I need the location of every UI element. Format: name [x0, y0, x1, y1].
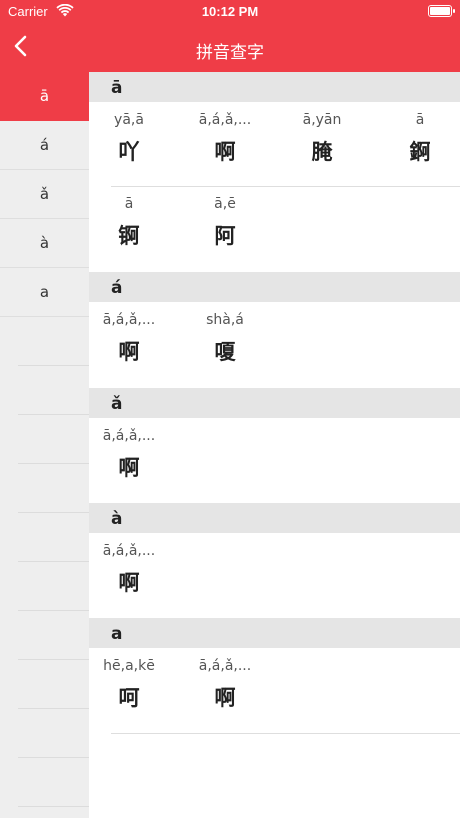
- character-cell[interactable]: ā,á,ǎ,... 啊: [81, 426, 177, 482]
- character-label: 呵: [118, 686, 140, 710]
- divider: [18, 757, 89, 758]
- character-label: 啊: [214, 686, 236, 710]
- section-header: à: [89, 503, 460, 533]
- pinyin-index-sidebar: ā á ǎ à a: [0, 72, 89, 818]
- row-divider: [111, 186, 460, 187]
- pinyin-label: ā,á,ǎ,...: [198, 112, 252, 128]
- divider: [18, 561, 89, 562]
- character-cell[interactable]: ā 锕: [81, 194, 177, 250]
- pinyin-label: ā,ē: [214, 196, 236, 212]
- index-item-4[interactable]: à: [0, 219, 89, 268]
- character-cell[interactable]: ā,ē 阿: [177, 194, 273, 250]
- character-label: 錒: [409, 140, 431, 164]
- divider: [18, 365, 89, 366]
- pinyin-label: shà,á: [206, 312, 244, 328]
- character-label: 嗄: [214, 340, 236, 364]
- divider: [18, 708, 89, 709]
- pinyin-label: ā,á,ǎ,...: [198, 658, 252, 674]
- section-header: a: [89, 618, 460, 648]
- character-cell[interactable]: shà,á 嗄: [177, 310, 273, 366]
- divider: [18, 610, 89, 611]
- character-list: ā yā,ā 吖 ā,á,ǎ,... 啊 ā,yān 腌 ā 錒 ā 锕 ā,ē…: [89, 72, 460, 818]
- row-divider: [111, 733, 460, 734]
- divider: [18, 414, 89, 415]
- index-item-2[interactable]: á: [0, 121, 89, 170]
- pinyin-label: ā: [124, 196, 134, 212]
- character-cell[interactable]: yā,ā 吖: [81, 110, 177, 166]
- status-bar: Carrier 10:12 PM: [0, 0, 460, 24]
- section-header: á: [89, 272, 460, 302]
- character-cell[interactable]: ā,á,ǎ,... 啊: [177, 656, 273, 712]
- character-label: 啊: [118, 340, 140, 364]
- character-label: 啊: [214, 140, 236, 164]
- pinyin-label: yā,ā: [114, 112, 144, 128]
- character-label: 啊: [118, 571, 140, 595]
- character-cell[interactable]: hē,a,kē 呵: [81, 656, 177, 712]
- character-cell[interactable]: ā,á,ǎ,... 啊: [81, 541, 177, 597]
- clock: 10:12 PM: [201, 4, 259, 19]
- pinyin-label: ā,á,ǎ,...: [102, 543, 156, 559]
- character-label: 阿: [214, 224, 236, 248]
- divider: [18, 512, 89, 513]
- character-label: 啊: [118, 456, 140, 480]
- pinyin-label: ā: [415, 112, 425, 128]
- character-label: 腌: [311, 140, 333, 164]
- character-cell[interactable]: ā,yān 腌: [274, 110, 370, 166]
- character-cell[interactable]: ā,á,ǎ,... 啊: [177, 110, 273, 166]
- character-label: 锕: [118, 224, 140, 248]
- pinyin-label: ā,á,ǎ,...: [102, 428, 156, 444]
- pinyin-label: hē,a,kē: [103, 658, 155, 674]
- index-item-1[interactable]: ā: [0, 72, 89, 121]
- index-item-5[interactable]: a: [0, 268, 89, 317]
- divider: [18, 659, 89, 660]
- section-header: ā: [89, 72, 460, 102]
- index-item-3[interactable]: ǎ: [0, 170, 89, 219]
- nav-bar: Carrier 10:12 PM 拼音查字: [0, 0, 460, 72]
- pinyin-label: ā,yān: [302, 112, 342, 128]
- section-header: ǎ: [89, 388, 460, 418]
- page-title: 拼音查字: [196, 43, 264, 63]
- divider: [18, 806, 89, 807]
- character-cell[interactable]: ā,á,ǎ,... 啊: [81, 310, 177, 366]
- pinyin-label: ā,á,ǎ,...: [102, 312, 156, 328]
- character-label: 吖: [118, 140, 140, 164]
- character-cell[interactable]: ā 錒: [372, 110, 460, 166]
- battery-icon: [428, 5, 455, 17]
- divider: [18, 463, 89, 464]
